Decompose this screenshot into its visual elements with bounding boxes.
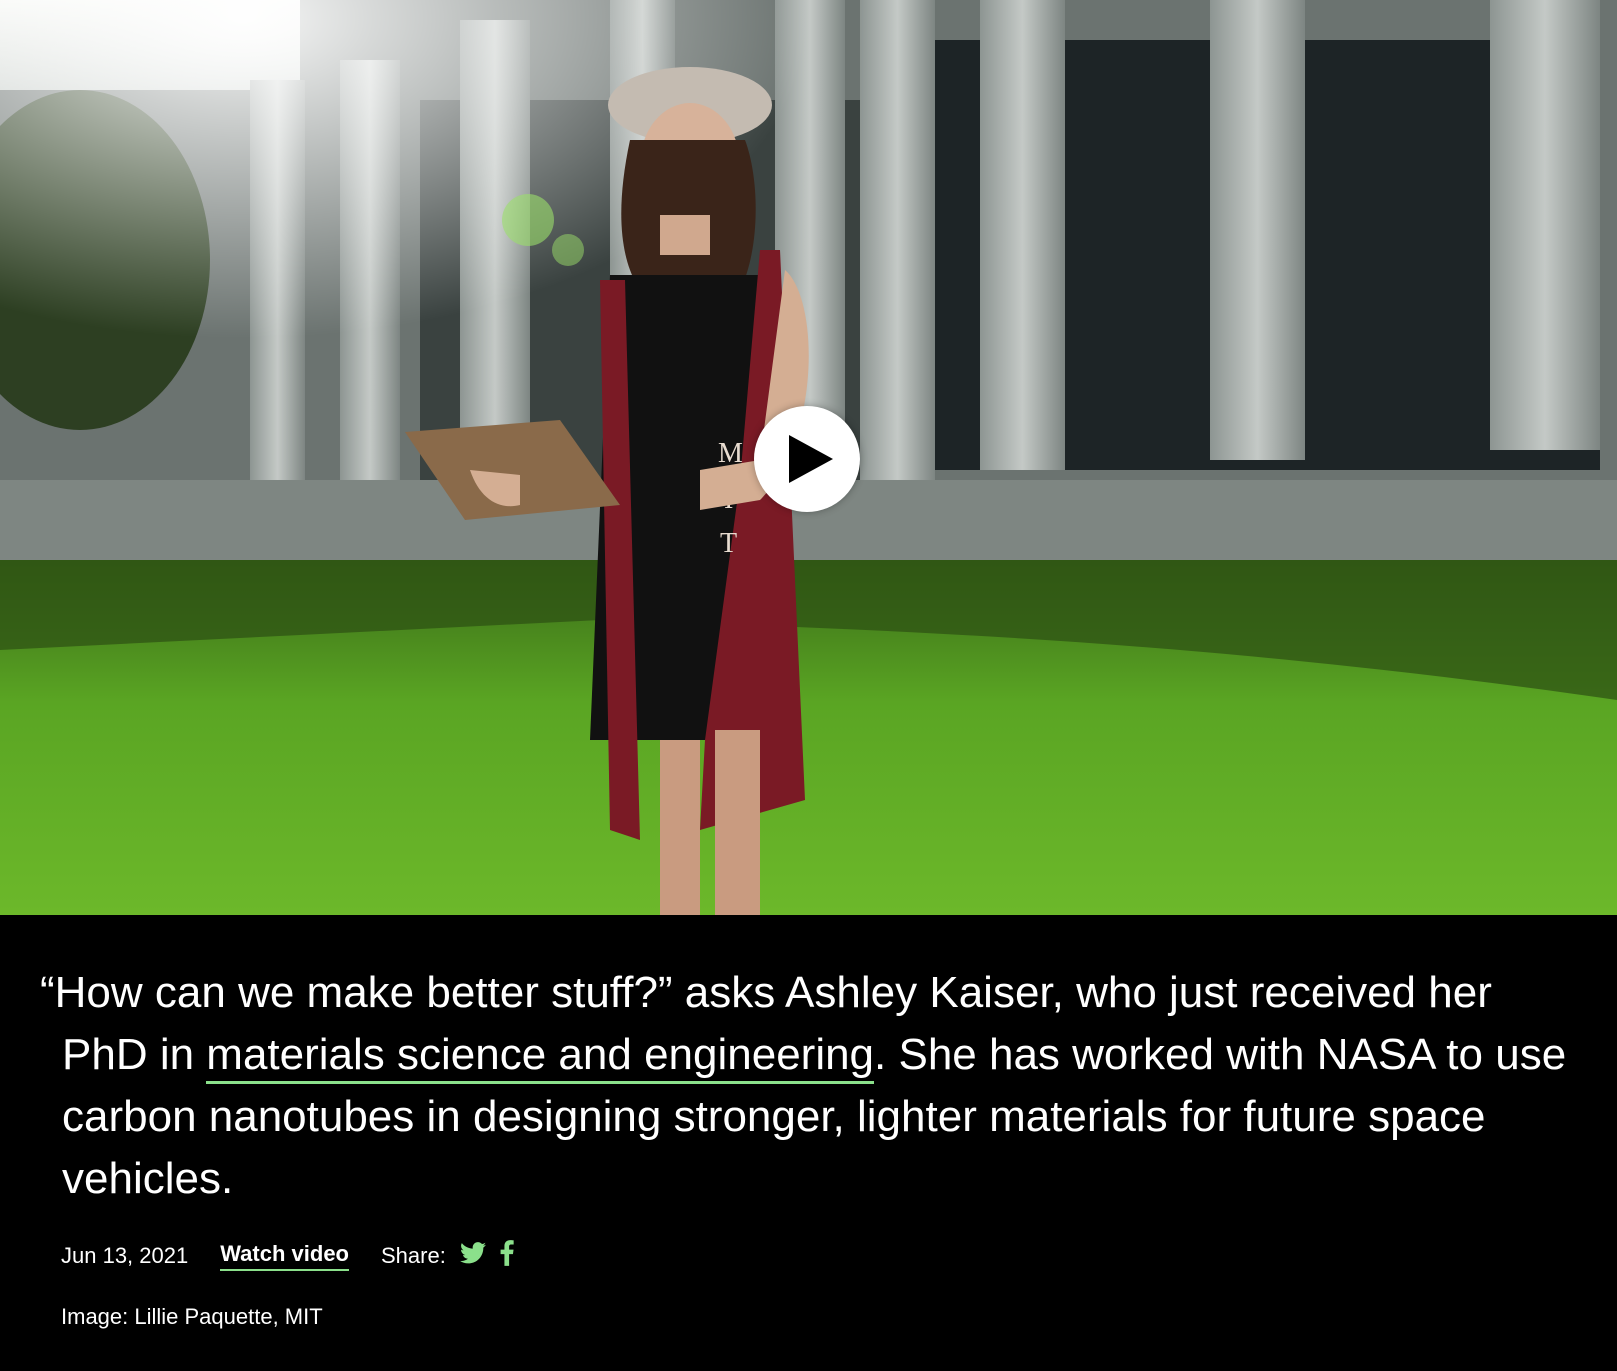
caption: “How can we make better stuff?” asks Ash… <box>40 962 1570 1210</box>
twitter-icon[interactable] <box>459 1242 486 1270</box>
play-icon <box>789 435 833 483</box>
hero-image[interactable]: M I T <box>0 0 1617 915</box>
meta-row: Jun 13, 2021 Watch video Share: <box>61 1240 528 1272</box>
watch-video-link[interactable]: Watch video <box>220 1241 349 1271</box>
facebook-icon[interactable] <box>500 1240 514 1272</box>
materials-science-link[interactable]: materials science and engineering <box>206 1030 875 1084</box>
publish-date: Jun 13, 2021 <box>61 1243 189 1268</box>
image-credit: Image: Lillie Paquette, MIT <box>61 1304 323 1329</box>
share-label: Share: <box>381 1243 446 1268</box>
play-button[interactable] <box>754 406 860 512</box>
stole-letter-t: T <box>720 528 737 559</box>
